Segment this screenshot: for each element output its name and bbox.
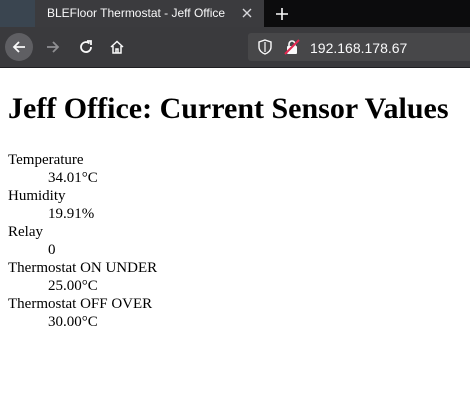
arrow-left-icon	[12, 41, 25, 53]
thermostat-off-over-label: Thermostat OFF OVER	[8, 296, 153, 312]
relay-value: 0	[48, 242, 56, 258]
temperature-value: 34.01°C	[48, 170, 98, 186]
forward-button[interactable]	[39, 33, 67, 61]
home-button[interactable]	[103, 33, 131, 61]
reload-button[interactable]	[72, 33, 100, 61]
thermostat-on-under-value: 25.00°C	[48, 278, 98, 294]
humidity-value: 19.91%	[48, 206, 95, 222]
back-button[interactable]	[5, 33, 33, 61]
home-icon	[110, 40, 124, 54]
new-tab-button[interactable]	[268, 0, 296, 27]
plus-icon	[276, 7, 288, 20]
relay-label: Relay	[8, 224, 43, 240]
tab-strip: BLEFloor Thermostat - Jeff Office	[0, 0, 470, 27]
active-tab[interactable]: BLEFloor Thermostat - Jeff Office	[35, 0, 264, 27]
page-title: Jeff Office: Current Sensor Values	[8, 92, 449, 125]
tab-strip-left-area	[0, 0, 35, 27]
tab-title: BLEFloor Thermostat - Jeff Office	[47, 6, 226, 20]
humidity-label: Humidity	[8, 188, 66, 204]
temperature-label: Temperature	[8, 152, 84, 168]
insecure-lock-icon[interactable]	[284, 39, 300, 60]
shield-icon[interactable]	[258, 39, 272, 60]
reload-icon	[80, 40, 92, 53]
url-text[interactable]: 192.168.178.67	[310, 40, 407, 56]
close-icon[interactable]	[238, 4, 256, 22]
thermostat-on-under-label: Thermostat ON UNDER	[8, 260, 158, 276]
arrow-right-icon	[47, 41, 60, 53]
thermostat-off-over-value: 30.00°C	[48, 314, 98, 330]
sensor-values-list: Temperature 34.01°C Humidity 19.91% Rela…	[8, 151, 157, 331]
